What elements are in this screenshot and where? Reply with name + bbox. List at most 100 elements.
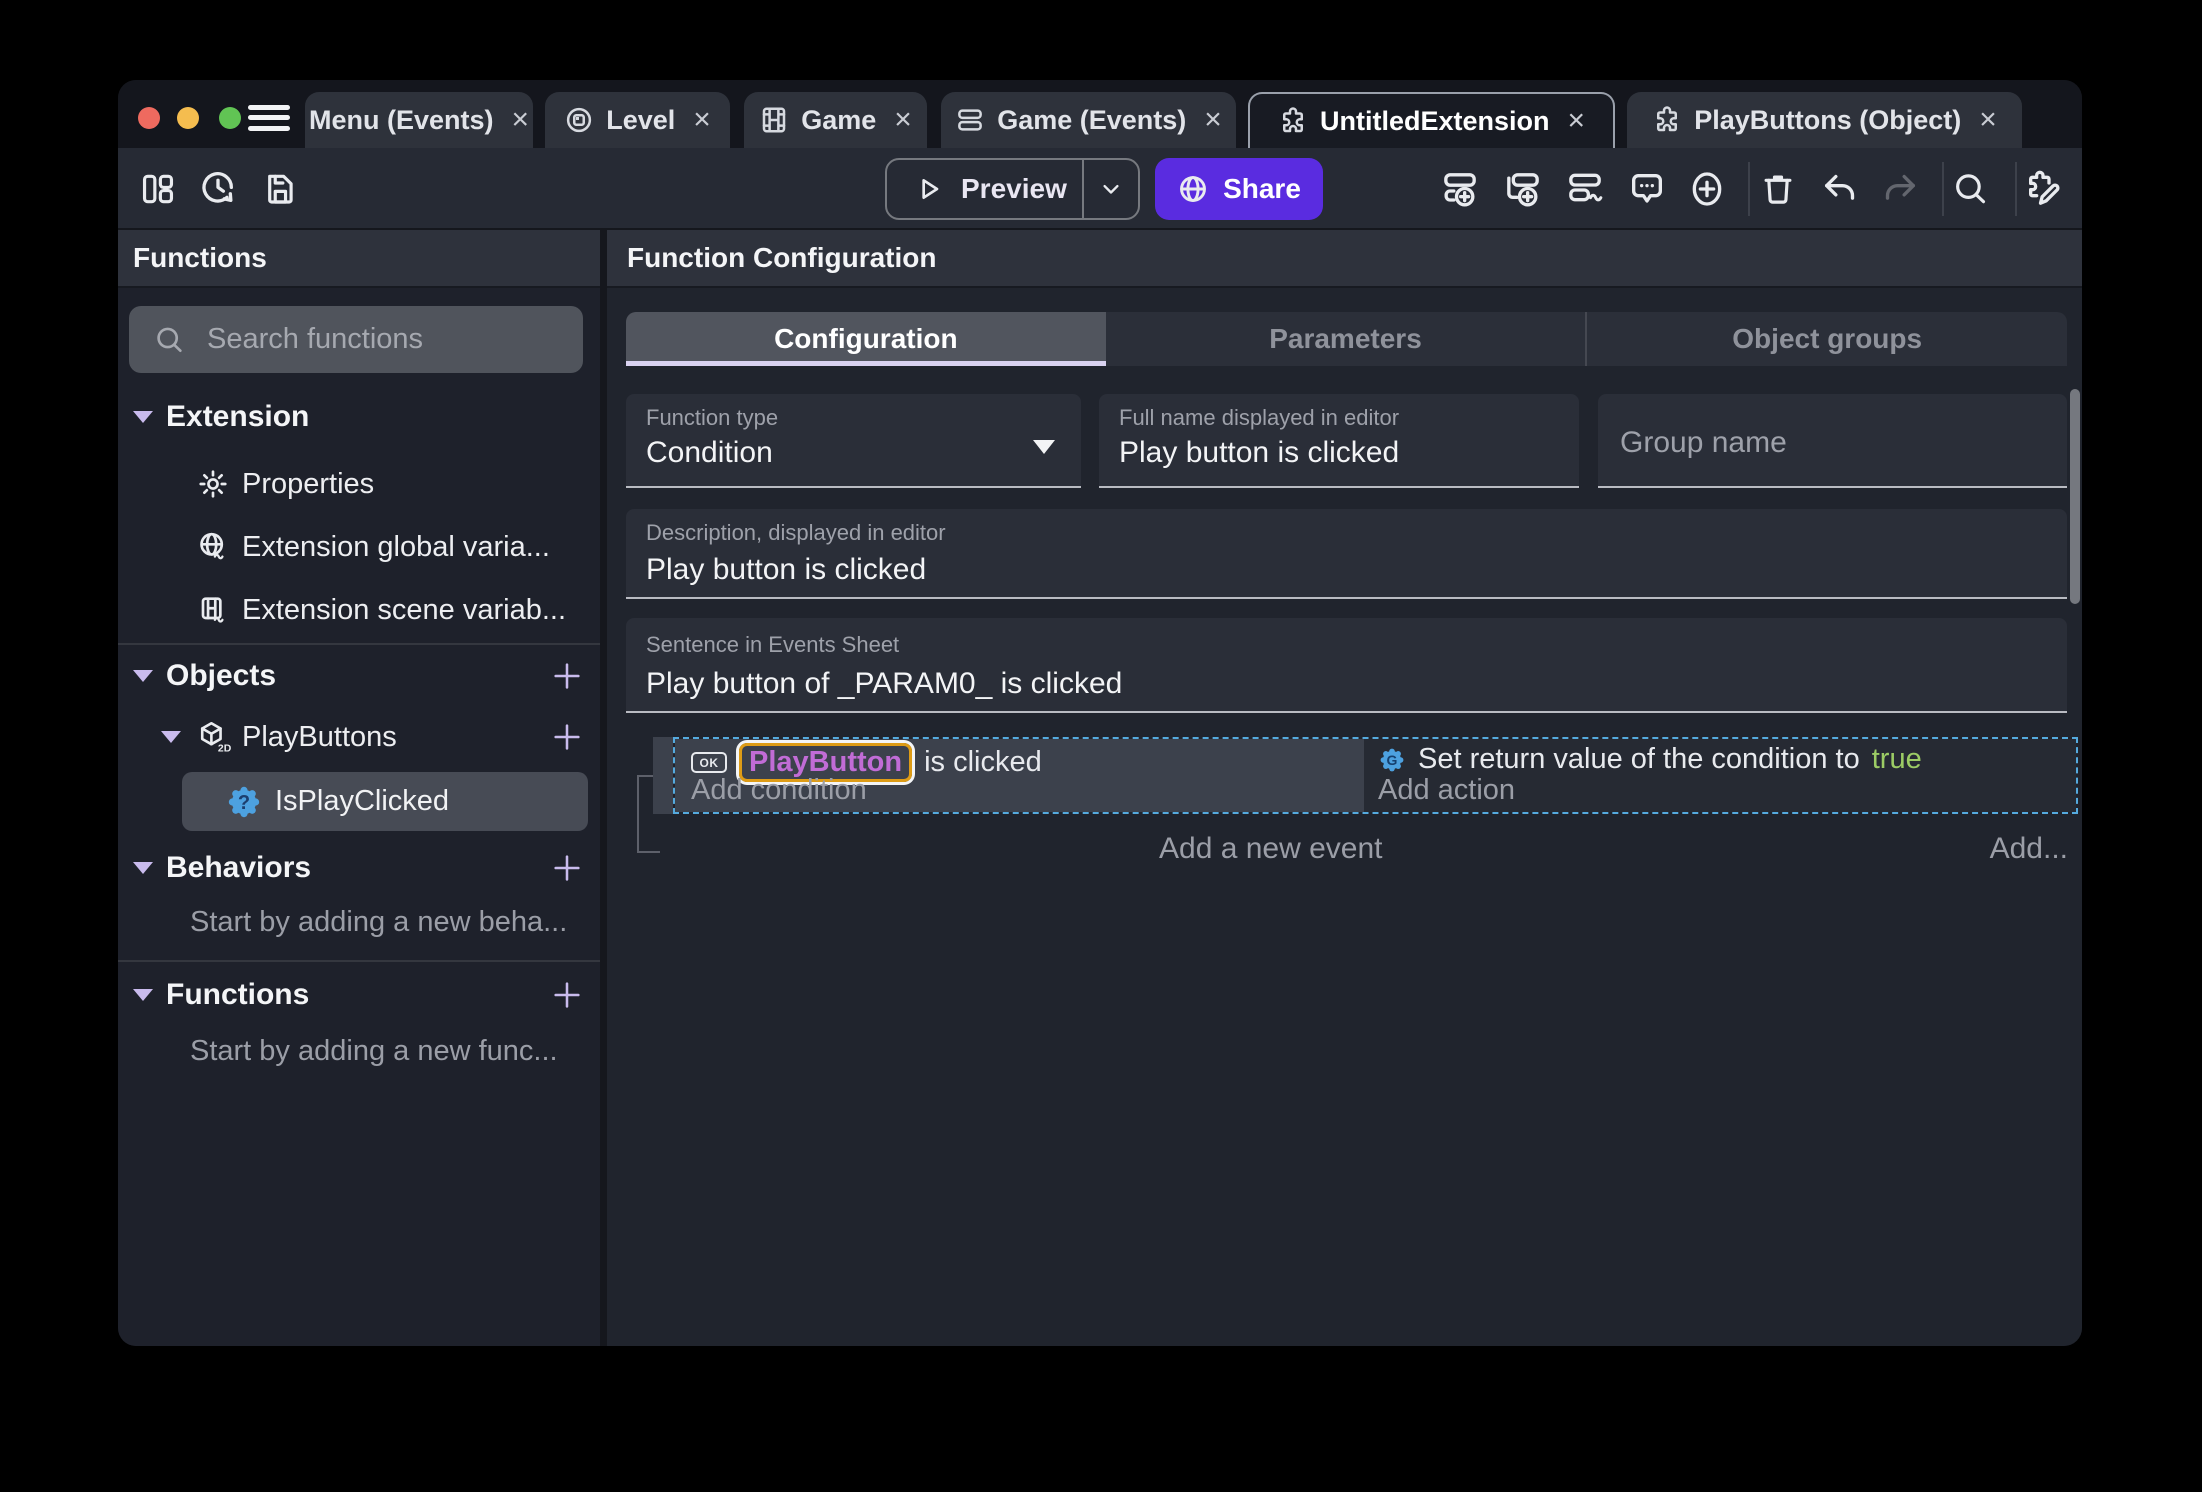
add-object-function-button[interactable] [550,720,584,754]
close-icon[interactable]: × [1567,104,1585,138]
tree-item-label: PlayButtons [242,720,397,753]
event-actions-column[interactable]: G Set return value of the condition to t… [1364,739,2076,812]
svg-text:?: ? [238,792,250,814]
section-behaviors[interactable]: Behaviors [118,846,600,890]
event-row-selected[interactable]: OK PlayButton is clicked Add condition G… [673,737,2078,814]
undo-icon[interactable] [1818,167,1862,211]
toolbar: Preview Share [118,148,2082,230]
close-icon[interactable]: × [1979,103,1997,137]
field-value: Play button of _PARAM0_ is clicked [646,667,1123,700]
preview-button[interactable]: Preview [885,158,1140,220]
add-function-button[interactable] [550,978,584,1012]
chevron-down-icon[interactable] [133,411,153,423]
section-objects[interactable]: Objects [118,654,600,698]
field-value: Play button is clicked [1119,436,1400,469]
share-label: Share [1223,173,1301,204]
add-event-icon[interactable] [1438,167,1482,211]
section-title: Behaviors [166,851,312,884]
sidebar-header-title: Functions [133,242,267,273]
puzzle-icon [1652,105,1682,135]
sentence-input[interactable]: Sentence in Events Sheet Play button of … [626,618,2067,713]
tab-menu-events[interactable]: Menu (Events) × [305,92,533,148]
add-subevent-icon[interactable] [1501,167,1545,211]
share-button[interactable]: Share [1155,158,1323,220]
tab-game[interactable]: Game × [744,92,927,148]
section-extension[interactable]: Extension [118,395,600,439]
tab-label: PlayButtons (Object) [1694,104,1962,135]
sidebar-divider [118,643,600,645]
action-instruction[interactable]: G Set return value of the condition to t… [1378,743,1922,776]
add-action-button[interactable]: Add action [1378,774,1515,807]
zoom-window-button[interactable] [219,107,241,129]
add-comment-icon[interactable] [1625,167,1669,211]
sidebar-item-extension-scene-variables[interactable]: Extension scene variab... [118,588,600,632]
function-type-select[interactable]: Function type Condition [626,394,1081,488]
section-functions[interactable]: Functions [118,973,600,1017]
sidebar-header: Functions [118,230,600,288]
film-icon [759,105,789,135]
chevron-down-icon[interactable] [133,862,153,874]
tab-label: Game (Events) [997,104,1187,135]
tab-level[interactable]: Level × [545,92,730,148]
globe-icon [1177,173,1209,205]
close-icon[interactable]: × [1204,103,1222,137]
field-placeholder: Group name [1620,426,1787,459]
minimize-window-button[interactable] [177,107,199,129]
choose-add-icon[interactable] [1685,167,1729,211]
event-selection-strip [653,737,673,814]
section-title: Objects [166,659,277,692]
event-conditions-column[interactable]: OK PlayButton is clicked Add condition [675,739,1364,812]
main-header-title: Function Configuration [627,242,937,273]
close-icon[interactable]: × [894,103,912,137]
tab-playbuttons-object[interactable]: PlayButtons (Object) × [1627,92,2022,148]
field-value: Play button is clicked [646,553,927,586]
search-icon[interactable] [1948,167,1992,211]
condition-text: is clicked [924,746,1042,778]
save-icon[interactable] [258,167,302,211]
toggle-panels-icon[interactable] [136,167,180,211]
event-tree-line [637,851,660,853]
main-menu-icon[interactable] [248,105,290,131]
version-history-icon[interactable] [196,167,240,211]
edit-extension-icon[interactable] [2021,167,2065,211]
event-tree-line [637,775,653,777]
sidebar-item-label: Extension scene variab... [242,593,567,626]
tab-parameters[interactable]: Parameters [1106,312,1586,366]
tree-item-isplayclicked-selected[interactable]: ? IsPlayClicked [182,772,588,831]
condition-function-icon: ? [225,783,263,821]
close-window-button[interactable] [138,107,160,129]
add-new-event-button[interactable]: Add a new event [1159,832,1383,866]
field-label: Sentence in Events Sheet [646,632,900,657]
add-behavior-button[interactable] [550,851,584,885]
tab-game-events[interactable]: Game (Events) × [941,92,1236,148]
preview-options-chevron-down-icon[interactable] [1084,175,1138,203]
chevron-down-icon[interactable] [133,670,153,682]
add-more-button[interactable]: Add... [1990,832,2068,866]
gear-icon [197,468,229,500]
search-functions-input[interactable]: Search functions [129,306,583,373]
add-object-button[interactable] [550,659,584,693]
vertical-scrollbar[interactable] [2070,389,2080,604]
close-icon[interactable]: × [512,103,530,137]
functions-empty-hint: Start by adding a new func... [190,1035,558,1067]
sidebar-item-extension-global-variables[interactable]: Extension global varia... [118,525,600,569]
tab-untitled-extension[interactable]: UntitledExtension × [1248,92,1615,148]
preview-label: Preview [961,173,1067,204]
sidebar-item-properties[interactable]: Properties [118,462,600,506]
sidebar-item-label: Properties [242,467,375,500]
description-input[interactable]: Description, displayed in editor Play bu… [626,509,2067,599]
group-name-input[interactable]: Group name [1598,394,2067,488]
tab-label: UntitledExtension [1319,105,1550,136]
tree-item-playbuttons[interactable]: 2D PlayButtons [118,715,600,759]
add-condition-button[interactable]: Add condition [691,774,867,807]
tab-label: Menu (Events) [308,104,494,135]
add-other-event-icon[interactable] [1563,167,1607,211]
close-icon[interactable]: × [693,103,711,137]
tab-configuration[interactable]: Configuration [626,312,1106,366]
chevron-down-icon[interactable] [161,731,181,743]
full-name-input[interactable]: Full name displayed in editor Play butto… [1099,394,1579,488]
delete-icon[interactable] [1756,167,1800,211]
redo-icon[interactable] [1878,167,1922,211]
tab-object-groups[interactable]: Object groups [1585,312,2067,366]
chevron-down-icon[interactable] [133,989,153,1001]
